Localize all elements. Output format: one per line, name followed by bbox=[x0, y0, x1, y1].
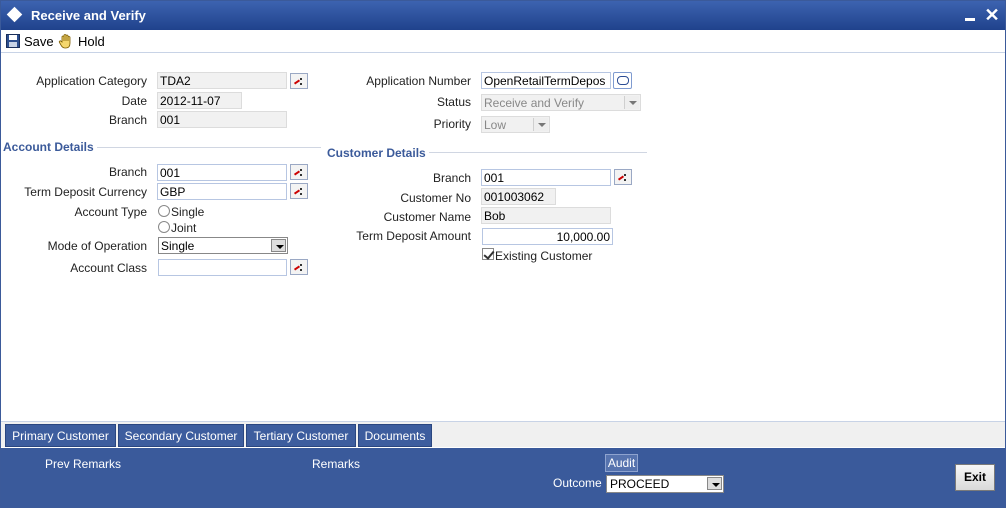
application-category-field[interactable]: TDA2 bbox=[157, 72, 287, 89]
comment-icon[interactable] bbox=[613, 72, 632, 89]
existing-customer-label: Existing Customer bbox=[495, 249, 593, 263]
account-class-field[interactable] bbox=[158, 259, 287, 276]
term-deposit-amount-label: Term Deposit Amount bbox=[356, 229, 471, 243]
mode-of-operation-select[interactable]: Single bbox=[158, 237, 288, 254]
minimize-button[interactable] bbox=[963, 5, 977, 25]
priority-select[interactable]: Low bbox=[481, 116, 550, 133]
account-details-title: Account Details bbox=[3, 140, 94, 154]
outcome-label: Outcome bbox=[553, 476, 602, 490]
account-type-label: Account Type bbox=[74, 205, 148, 219]
tab-documents[interactable]: Documents bbox=[358, 424, 432, 447]
customer-branch-field[interactable]: 001 bbox=[481, 169, 611, 186]
customer-name-label: Customer Name bbox=[383, 210, 471, 224]
account-branch-field[interactable]: 001 bbox=[157, 164, 287, 181]
save-icon bbox=[6, 34, 20, 48]
customer-details-title: Customer Details bbox=[327, 146, 426, 160]
customer-no-label: Customer No bbox=[400, 191, 471, 205]
term-deposit-amount-field[interactable]: 10,000.00 bbox=[482, 228, 613, 245]
window-title: Receive and Verify bbox=[31, 8, 146, 23]
application-category-lov-icon[interactable] bbox=[290, 73, 308, 89]
tab-primary-customer[interactable]: Primary Customer bbox=[5, 424, 116, 447]
hold-button[interactable]: Hold bbox=[58, 32, 105, 50]
outcome-value: PROCEED bbox=[610, 477, 670, 491]
application-category-label: Application Category bbox=[36, 74, 147, 88]
account-branch-lov-icon[interactable] bbox=[290, 164, 308, 180]
outcome-select[interactable]: PROCEED bbox=[606, 475, 724, 493]
currency-label: Term Deposit Currency bbox=[24, 185, 147, 199]
currency-field[interactable]: GBP bbox=[157, 183, 287, 200]
tab-secondary-customer[interactable]: Secondary Customer bbox=[118, 424, 244, 447]
customer-name-field[interactable]: Bob bbox=[481, 207, 611, 224]
exit-button[interactable]: Exit bbox=[955, 464, 995, 491]
account-type-single-label: Single bbox=[171, 205, 205, 219]
footer-panel: Prev Remarks Remarks Audit Outcome PROCE… bbox=[1, 448, 1005, 507]
save-button[interactable]: Save bbox=[6, 32, 54, 50]
audit-button[interactable]: Audit bbox=[605, 454, 638, 472]
tab-bar: Primary Customer Secondary Customer Tert… bbox=[1, 421, 1005, 447]
customer-details-divider bbox=[429, 152, 647, 153]
customer-branch-label: Branch bbox=[432, 171, 471, 185]
customer-branch-lov-icon[interactable] bbox=[614, 169, 632, 185]
account-class-lov-icon[interactable] bbox=[290, 259, 308, 275]
tab-tertiary-customer[interactable]: Tertiary Customer bbox=[246, 424, 356, 447]
chevron-down-icon bbox=[271, 239, 286, 252]
date-field[interactable]: 2012-11-07 bbox=[157, 92, 242, 109]
branch-label: Branch bbox=[108, 113, 147, 127]
toolbar-divider bbox=[1, 52, 1005, 53]
existing-customer-checkbox[interactable] bbox=[482, 248, 494, 260]
status-label: Status bbox=[436, 95, 471, 109]
customer-no-field[interactable]: 001003062 bbox=[481, 188, 556, 205]
priority-value: Low bbox=[484, 118, 507, 132]
title-bar: Receive and Verify ✕ bbox=[1, 1, 1005, 30]
account-type-joint-radio[interactable] bbox=[158, 221, 170, 233]
account-type-single-radio[interactable] bbox=[158, 205, 170, 217]
chevron-down-icon bbox=[533, 118, 548, 131]
priority-label: Priority bbox=[433, 117, 471, 131]
chevron-down-icon bbox=[707, 477, 722, 490]
prev-remarks-link[interactable]: Prev Remarks bbox=[45, 457, 121, 471]
hold-label: Hold bbox=[78, 33, 105, 49]
mode-of-operation-label: Mode of Operation bbox=[47, 239, 147, 253]
date-label: Date bbox=[121, 94, 147, 108]
hand-icon bbox=[58, 34, 71, 49]
account-details-divider bbox=[97, 147, 321, 148]
save-label: Save bbox=[24, 33, 54, 49]
status-value: Receive and Verify bbox=[484, 96, 585, 110]
receive-verify-window: Receive and Verify ✕ Save Hold Applicati… bbox=[0, 0, 1006, 508]
status-select[interactable]: Receive and Verify bbox=[481, 94, 641, 111]
application-number-label: Application Number bbox=[366, 74, 471, 88]
remarks-link[interactable]: Remarks bbox=[312, 457, 360, 471]
currency-lov-icon[interactable] bbox=[290, 183, 308, 199]
toolbar: Save Hold bbox=[1, 30, 1005, 52]
close-button[interactable]: ✕ bbox=[983, 4, 1001, 26]
mode-of-operation-value: Single bbox=[161, 239, 195, 253]
account-type-joint-label: Joint bbox=[171, 221, 197, 235]
branch-field[interactable]: 001 bbox=[157, 111, 287, 128]
chevron-down-icon bbox=[624, 96, 639, 109]
application-number-field[interactable]: OpenRetailTermDepos bbox=[481, 72, 611, 89]
diamond-icon bbox=[6, 6, 23, 23]
account-branch-label: Branch bbox=[108, 165, 147, 179]
account-class-label: Account Class bbox=[70, 261, 147, 275]
